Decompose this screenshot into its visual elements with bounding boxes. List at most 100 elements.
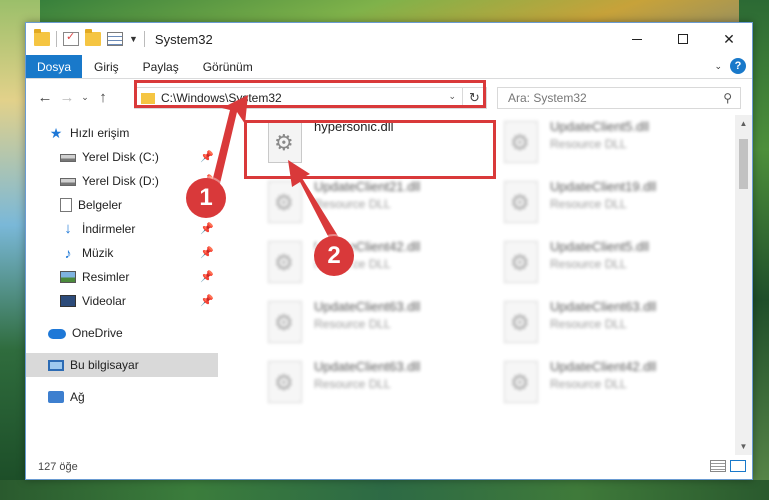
large-icons-view-icon[interactable] [730, 460, 746, 472]
view-toggle [710, 460, 746, 472]
file-type: Resource DLL [550, 317, 627, 331]
nav-item-videos[interactable]: Videolar 📌 [26, 289, 218, 313]
file-name: UpdateClient63.dll [550, 299, 657, 314]
recent-locations-button[interactable]: ⌄ [78, 92, 92, 103]
file-name: UpdateClient5.dll [550, 119, 650, 134]
pin-icon: 📌 [200, 247, 214, 259]
dll-file-icon [504, 181, 538, 223]
address-dropdown-icon[interactable]: ⌄ [448, 91, 456, 102]
file-name: UpdateClient63.dll [314, 359, 421, 374]
scroll-down-icon[interactable]: ▼ [735, 438, 752, 455]
nav-item-music[interactable]: ♪ Müzik 📌 [26, 241, 218, 265]
forward-button[interactable]: → [56, 89, 78, 106]
file-type: Resource DLL [550, 137, 627, 151]
nav-item-network[interactable]: Ağ [26, 385, 218, 409]
desktop-background-bottom [0, 480, 769, 500]
tab-file[interactable]: Dosya [26, 55, 82, 78]
file-list: hypersonic.dll UpdateClient5.dll Resourc… [228, 115, 736, 455]
new-folder-icon[interactable] [85, 29, 101, 46]
search-input[interactable]: Ara: System32 ⚲ [497, 87, 741, 109]
help-icon[interactable]: ? [730, 58, 746, 74]
search-icon[interactable]: ⚲ [723, 91, 732, 105]
dll-file-icon [268, 301, 302, 343]
scroll-up-icon[interactable]: ▲ [735, 115, 752, 132]
pictures-icon [60, 271, 76, 283]
status-bar: 127 öğe [26, 455, 752, 479]
nav-item-label: OneDrive [72, 326, 123, 340]
file-name: hypersonic.dll [314, 119, 394, 134]
file-tile[interactable]: UpdateClient42.dll Resource DLL [484, 357, 724, 409]
ribbon-right-controls: ⌄ ? [714, 58, 746, 74]
videos-icon [60, 295, 76, 307]
ribbon-tabs: Dosya Giriş Paylaş Görünüm ⌄ ? [26, 55, 752, 79]
file-tile[interactable]: UpdateClient5.dll Resource DLL [484, 117, 724, 169]
divider [56, 31, 57, 47]
divider [143, 31, 145, 47]
back-button[interactable]: ← [34, 89, 56, 106]
nav-item-quick-access[interactable]: ★ Hızlı erişim [26, 121, 218, 145]
address-bar[interactable]: C:\Windows\System32 ⌄ ↻ [134, 87, 487, 109]
expand-ribbon-icon[interactable]: ⌄ [714, 61, 722, 72]
details-view-icon[interactable] [710, 460, 726, 472]
address-path[interactable]: C:\Windows\System32 [161, 91, 282, 105]
minimize-button[interactable] [614, 23, 660, 55]
file-name: UpdateClient63.dll [314, 299, 421, 314]
properties-icon[interactable] [63, 30, 79, 46]
scroll-thumb[interactable] [739, 139, 748, 189]
folder-icon [34, 29, 50, 46]
file-tile[interactable]: UpdateClient42.dll Resource DLL [248, 237, 488, 289]
nav-item-label: Yerel Disk (C:) [82, 150, 159, 164]
close-button[interactable]: ✕ [706, 23, 752, 55]
nav-item-onedrive[interactable]: OneDrive [26, 321, 218, 345]
file-tile[interactable]: UpdateClient63.dll Resource DLL [484, 297, 724, 349]
minimize-icon [632, 38, 642, 40]
nav-item-label: Müzik [82, 246, 114, 260]
file-type: Resource DLL [550, 197, 627, 211]
window-controls: ✕ [614, 23, 752, 55]
dll-file-icon [504, 361, 538, 403]
vertical-scrollbar[interactable]: ▲ ▼ [735, 115, 752, 455]
nav-item-label: İndirmeler [82, 222, 136, 236]
dll-file-icon [268, 121, 302, 163]
nav-item-local-disk-c[interactable]: Yerel Disk (C:) 📌 [26, 145, 218, 169]
file-explorer-window: ▼ System32 ✕ Dosya Giriş Paylaş Görünüm … [25, 22, 753, 480]
file-tile[interactable]: UpdateClient21.dll Resource DLL [248, 177, 488, 229]
up-button[interactable]: ↑ [92, 89, 114, 106]
star-icon: ★ [49, 125, 63, 141]
nav-item-pictures[interactable]: Resimler 📌 [26, 265, 218, 289]
window-title: System32 [154, 31, 213, 47]
file-type: Resource DLL [314, 377, 391, 391]
network-icon [48, 391, 64, 403]
nav-item-label: Bu bilgisayar [70, 358, 139, 372]
navigation-pane: ★ Hızlı erişim Yerel Disk (C:) 📌 Yerel D… [26, 115, 218, 455]
nav-item-label: Resimler [82, 270, 130, 284]
nav-item-this-pc[interactable]: Bu bilgisayar [26, 353, 218, 377]
disk-icon [60, 154, 76, 162]
customize-toolbar-icon[interactable]: ▼ [129, 34, 138, 44]
maximize-button[interactable] [660, 23, 706, 55]
refresh-button[interactable]: ↻ [462, 88, 486, 108]
nav-item-label: Ağ [70, 390, 85, 404]
file-tile[interactable]: UpdateClient5.dll Resource DLL [484, 237, 724, 289]
file-type: Resource DLL [550, 257, 627, 271]
file-type: Resource DLL [314, 317, 391, 331]
callout-step-2: 2 [314, 236, 354, 276]
quick-access-toolbar: ▼ [26, 29, 145, 47]
document-icon [60, 198, 72, 212]
nav-item-downloads[interactable]: ↓ İndirmeler 📌 [26, 217, 218, 241]
file-tile-hypersonic[interactable]: hypersonic.dll [248, 117, 488, 169]
tab-view[interactable]: Görünüm [191, 55, 265, 78]
nav-item-label: Yerel Disk (D:) [82, 174, 159, 188]
title-bar: ▼ System32 ✕ [26, 23, 752, 55]
file-tile[interactable]: UpdateClient63.dll Resource DLL [248, 357, 488, 409]
tab-share[interactable]: Paylaş [131, 55, 191, 78]
music-icon: ♪ [64, 245, 72, 261]
search-placeholder: Ara: System32 [508, 91, 587, 105]
tab-home[interactable]: Giriş [82, 55, 131, 78]
nav-item-label: Hızlı erişim [70, 126, 130, 140]
file-tile[interactable]: UpdateClient19.dll Resource DLL [484, 177, 724, 229]
file-tile[interactable]: UpdateClient63.dll Resource DLL [248, 297, 488, 349]
view-menu-icon[interactable] [107, 32, 123, 46]
dll-file-icon [504, 301, 538, 343]
pin-icon: 📌 [200, 271, 214, 283]
